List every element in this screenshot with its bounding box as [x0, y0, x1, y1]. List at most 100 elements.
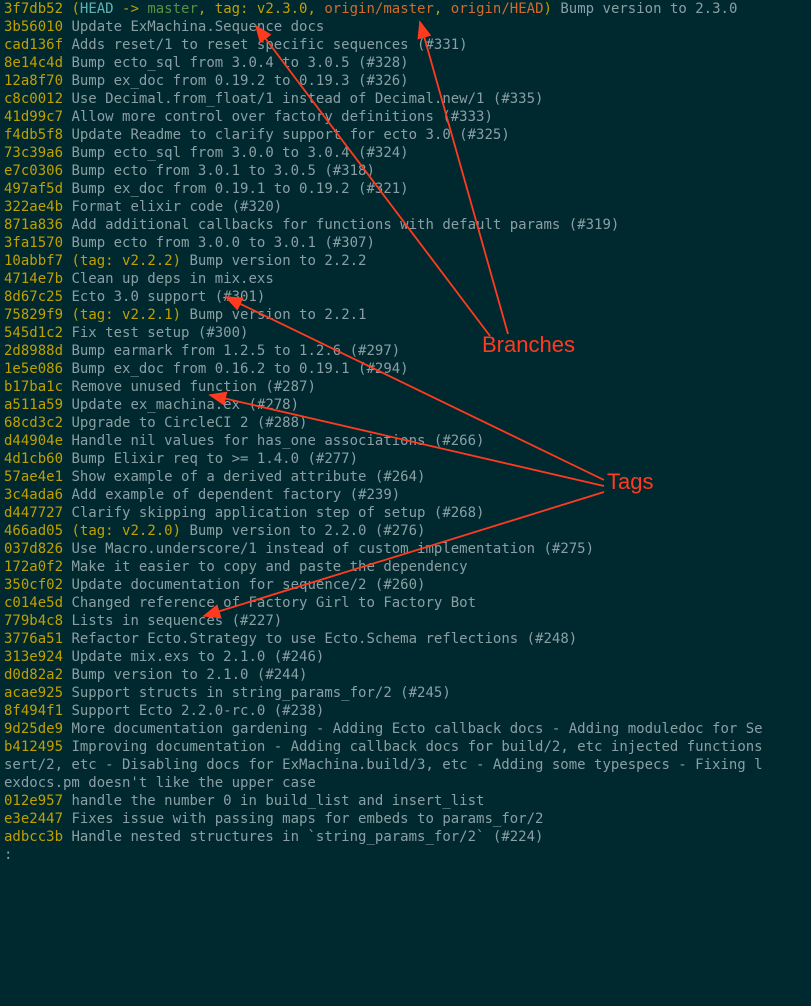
commit-hash[interactable]: 3776a51	[4, 631, 63, 647]
git-log-row[interactable]: 4714e7b Clean up deps in mix.exs	[4, 270, 807, 288]
git-log-row[interactable]: 8e14c4d Bump ecto_sql from 3.0.4 to 3.0.…	[4, 54, 807, 72]
git-log-row[interactable]: 3776a51 Refactor Ecto.Strategy to use Ec…	[4, 630, 807, 648]
commit-hash[interactable]: c014e5d	[4, 595, 63, 611]
commit-message: Bump Elixir req to >= 1.4.0 (#277)	[71, 451, 358, 467]
git-log-row[interactable]: 172a0f2 Make it easier to copy and paste…	[4, 558, 807, 576]
git-log-row[interactable]: f4db5f8 Update Readme to clarify support…	[4, 126, 807, 144]
commit-message: Allow more control over factory definiti…	[71, 109, 492, 125]
commit-message: Upgrade to CircleCI 2 (#288)	[71, 415, 307, 431]
git-log-row[interactable]: cad136f Adds reset/1 to reset specific s…	[4, 36, 807, 54]
commit-hash[interactable]: 313e924	[4, 649, 63, 665]
git-log-row[interactable]: 75829f9 (tag: v2.2.1) Bump version to 2.…	[4, 306, 807, 324]
commit-hash[interactable]: 8d67c25	[4, 289, 63, 305]
commit-hash[interactable]: cad136f	[4, 37, 63, 53]
git-log-row[interactable]: 350cf02 Update documentation for sequenc…	[4, 576, 807, 594]
git-log-row[interactable]: b17ba1c Remove unused function (#287)	[4, 378, 807, 396]
commit-hash[interactable]: 8f494f1	[4, 703, 63, 719]
git-log-row[interactable]: 012e957 handle the number 0 in build_lis…	[4, 792, 807, 810]
commit-message: Update documentation for sequence/2 (#26…	[71, 577, 425, 593]
git-log-row[interactable]: 8d67c25 Ecto 3.0 support (#301)	[4, 288, 807, 306]
git-log-row[interactable]: e7c0306 Bump ecto from 3.0.1 to 3.0.5 (#…	[4, 162, 807, 180]
commit-hash[interactable]: 497af5d	[4, 181, 63, 197]
git-log-row[interactable]: acae925 Support structs in string_params…	[4, 684, 807, 702]
git-log-row[interactable]: 037d826 Use Macro.underscore/1 instead o…	[4, 540, 807, 558]
commit-hash[interactable]: 037d826	[4, 541, 63, 557]
commit-hash[interactable]: b412495	[4, 739, 63, 755]
git-log-row[interactable]: 545d1c2 Fix test setup (#300)	[4, 324, 807, 342]
commit-hash[interactable]: adbcc3b	[4, 829, 63, 845]
git-log-row[interactable]: c8c0012 Use Decimal.from_float/1 instead…	[4, 90, 807, 108]
commit-hash[interactable]: 3b56010	[4, 19, 63, 35]
git-log-row[interactable]: d44904e Handle nil values for has_one as…	[4, 432, 807, 450]
git-log-row[interactable]: d447727 Clarify skipping application ste…	[4, 504, 807, 522]
commit-hash[interactable]: 871a836	[4, 217, 63, 233]
git-log-row[interactable]: 10abbf7 (tag: v2.2.2) Bump version to 2.…	[4, 252, 807, 270]
commit-hash[interactable]: 545d1c2	[4, 325, 63, 341]
commit-hash[interactable]: 3fa1570	[4, 235, 63, 251]
commit-hash[interactable]: 10abbf7	[4, 253, 63, 269]
git-log-row[interactable]: 466ad05 (tag: v2.2.0) Bump version to 2.…	[4, 522, 807, 540]
commit-hash[interactable]: 350cf02	[4, 577, 63, 593]
git-log-row[interactable]: 4d1cb60 Bump Elixir req to >= 1.4.0 (#27…	[4, 450, 807, 468]
git-log-row[interactable]: 322ae4b Format elixir code (#320)	[4, 198, 807, 216]
git-log-row[interactable]: 3f7db52 (HEAD -> master, tag: v2.3.0, or…	[4, 0, 807, 18]
git-log-row[interactable]: 3fa1570 Bump ecto from 3.0.0 to 3.0.1 (#…	[4, 234, 807, 252]
git-log-row[interactable]: b412495 Improving documentation - Adding…	[4, 738, 807, 756]
commit-hash[interactable]: 41d99c7	[4, 109, 63, 125]
commit-hash[interactable]: d0d82a2	[4, 667, 63, 683]
git-log-row[interactable]: 57ae4e1 Show example of a derived attrib…	[4, 468, 807, 486]
commit-hash[interactable]: 68cd3c2	[4, 415, 63, 431]
commit-hash[interactable]: 322ae4b	[4, 199, 63, 215]
commit-hash[interactable]: b17ba1c	[4, 379, 63, 395]
git-log-row[interactable]: e3e2447 Fixes issue with passing maps fo…	[4, 810, 807, 828]
git-log-row[interactable]: 73c39a6 Bump ecto_sql from 3.0.0 to 3.0.…	[4, 144, 807, 162]
git-log-row[interactable]: 68cd3c2 Upgrade to CircleCI 2 (#288)	[4, 414, 807, 432]
commit-hash[interactable]: 3f7db52	[4, 1, 63, 17]
commit-hash[interactable]: 9d25de9	[4, 721, 63, 737]
commit-hash[interactable]: 779b4c8	[4, 613, 63, 629]
git-log-row[interactable]: c014e5d Changed reference of Factory Gir…	[4, 594, 807, 612]
commit-hash[interactable]: 3c4ada6	[4, 487, 63, 503]
commit-hash[interactable]: 1e5e086	[4, 361, 63, 377]
commit-hash[interactable]: 12a8f70	[4, 73, 63, 89]
commit-hash[interactable]: e3e2447	[4, 811, 63, 827]
commit-hash[interactable]: d44904e	[4, 433, 63, 449]
commit-message: Fixes issue with passing maps for embeds…	[71, 811, 543, 827]
git-log-row[interactable]: adbcc3b Handle nested structures in `str…	[4, 828, 807, 846]
commit-message: Bump ecto_sql from 3.0.0 to 3.0.4 (#324)	[71, 145, 408, 161]
commit-hash[interactable]: 466ad05	[4, 523, 63, 539]
git-log-row[interactable]: 313e924 Update mix.exs to 2.1.0 (#246)	[4, 648, 807, 666]
commit-hash[interactable]: 172a0f2	[4, 559, 63, 575]
commit-hash[interactable]: 75829f9	[4, 307, 63, 323]
commit-hash[interactable]: 8e14c4d	[4, 55, 63, 71]
git-log-row[interactable]: d0d82a2 Bump version to 2.1.0 (#244)	[4, 666, 807, 684]
git-log-row[interactable]: 41d99c7 Allow more control over factory …	[4, 108, 807, 126]
pager-prompt[interactable]: :	[4, 846, 807, 864]
commit-hash[interactable]: f4db5f8	[4, 127, 63, 143]
git-log-row[interactable]: 871a836 Add additional callbacks for fun…	[4, 216, 807, 234]
git-log-row[interactable]: 497af5d Bump ex_doc from 0.19.1 to 0.19.…	[4, 180, 807, 198]
git-log-row[interactable]: 779b4c8 Lists in sequences (#227)	[4, 612, 807, 630]
git-log-row[interactable]: 12a8f70 Bump ex_doc from 0.19.2 to 0.19.…	[4, 72, 807, 90]
git-log-row[interactable]: 9d25de9 More documentation gardening - A…	[4, 720, 807, 738]
git-log-row[interactable]: 2d8988d Bump earmark from 1.2.5 to 1.2.6…	[4, 342, 807, 360]
git-log-row[interactable]: 3b56010 Update ExMachina.Sequence docs	[4, 18, 807, 36]
git-log-row[interactable]: a511a59 Update ex_machina.ex (#278)	[4, 396, 807, 414]
commit-hash[interactable]: 57ae4e1	[4, 469, 63, 485]
commit-hash[interactable]: c8c0012	[4, 91, 63, 107]
commit-hash[interactable]: a511a59	[4, 397, 63, 413]
commit-hash[interactable]: acae925	[4, 685, 63, 701]
git-log-row[interactable]: 8f494f1 Support Ecto 2.2.0-rc.0 (#238)	[4, 702, 807, 720]
commit-message: Refactor Ecto.Strategy to use Ecto.Schem…	[71, 631, 577, 647]
commit-hash[interactable]: 2d8988d	[4, 343, 63, 359]
commit-hash[interactable]: 012e957	[4, 793, 63, 809]
commit-hash[interactable]: e7c0306	[4, 163, 63, 179]
commit-hash[interactable]: 4d1cb60	[4, 451, 63, 467]
git-log-row[interactable]: 1e5e086 Bump ex_doc from 0.16.2 to 0.19.…	[4, 360, 807, 378]
git-log-row[interactable]: 3c4ada6 Add example of dependent factory…	[4, 486, 807, 504]
ref-close-paren: )	[173, 253, 181, 269]
commit-hash[interactable]: 4714e7b	[4, 271, 63, 287]
commit-hash[interactable]: d447727	[4, 505, 63, 521]
commit-message: Use Macro.underscore/1 instead of custom…	[71, 541, 594, 557]
commit-hash[interactable]: 73c39a6	[4, 145, 63, 161]
